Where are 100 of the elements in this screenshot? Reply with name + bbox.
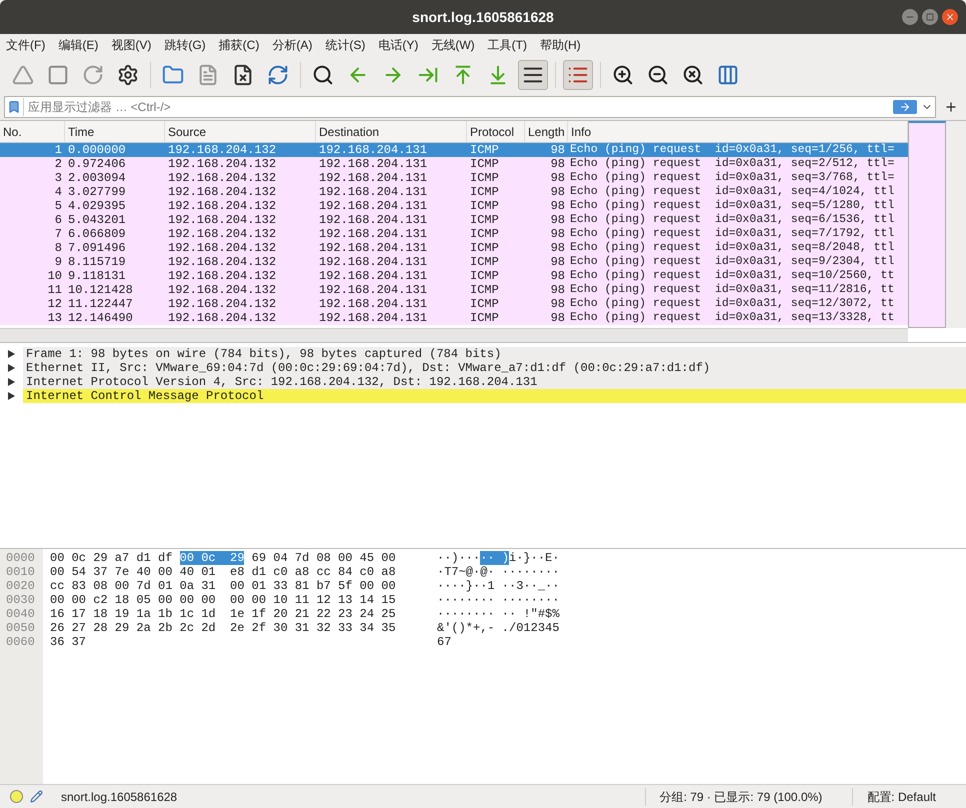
file-icon: [197, 64, 219, 86]
close-icon: [945, 12, 955, 22]
status-profile: 配置: Default: [852, 788, 956, 806]
table-cell-text: Echo (ping) request id=0x0a31, seq=6/1536, ttl: [569, 213, 896, 227]
hex-bytes: 00 0c 29 a7 d1 df: [50, 551, 174, 565]
tree-item[interactable]: Internet Control Message Protocol: [23, 389, 966, 403]
close-button[interactable]: [942, 9, 958, 25]
table-cell-text: 192.168.204.131: [318, 157, 428, 171]
folder-icon: [162, 64, 184, 86]
packet-row[interactable]: 8 7.091496 192.168.204.132 192.168.204.131 ICMP 98 Echo (ping) request id=0x0a31, seq=8/2048, ttl: [0, 241, 908, 255]
ascii-text: &'()*+,- ./012345: [437, 621, 560, 635]
table-cell-text: 192.168.204.131: [318, 143, 428, 157]
menu-item[interactable]: 视图(V): [111, 36, 152, 54]
packet-row[interactable]: 6 5.043201 192.168.204.132 192.168.204.131 ICMP 98 Echo (ping) request id=0x0a31, seq=6/1536, ttl: [0, 213, 908, 227]
table-cell-text: 5: [54, 199, 63, 213]
menu-item[interactable]: 帮助(H): [540, 36, 581, 54]
table-cell-text: ICMP: [469, 269, 500, 283]
table-cell-text: 192.168.204.131: [318, 283, 428, 297]
table-cell-text: 192.168.204.132: [167, 283, 278, 297]
add-icon[interactable]: [944, 100, 958, 114]
filter-input[interactable]: 应用显示过滤器 … <Ctrl-/>: [23, 98, 893, 116]
column-header[interactable]: Protocol: [467, 121, 525, 142]
menu-item[interactable]: 电话(Y): [378, 36, 418, 54]
table-cell-text: 192.168.204.132: [167, 255, 278, 269]
table-cell-text: 192.168.204.131: [318, 241, 428, 255]
packet-row[interactable]: 11 10.121428 192.168.204.132 192.168.204.131 ICMP 98 Echo (ping) request id=0x0a31, seq=11/2816, tt: [0, 283, 908, 297]
table-cell-text: ICMP: [469, 185, 500, 199]
packet-row[interactable]: 2 0.972406 192.168.204.132 192.168.204.131 ICMP 98 Echo (ping) request id=0x0a31, seq=2/512, ttl=: [0, 157, 908, 171]
offset-label: 0020: [5, 579, 36, 593]
apply-button[interactable]: [893, 100, 917, 114]
table-cell-text: 98: [550, 157, 566, 171]
tree-item[interactable]: Ethernet II, Src: VMware_69:04:7d (00:0c:29:69:04:7d), Dst: VMware_a7:d1:df (00:0c:29:a7:d1:df): [23, 361, 966, 375]
minimize-button[interactable]: [902, 9, 918, 25]
table-cell-text: 3: [54, 171, 63, 185]
packet-row[interactable]: 5 4.029395 192.168.204.132 192.168.204.131 ICMP 98 Echo (ping) request id=0x0a31, seq=5/1280, ttl: [0, 199, 908, 213]
column-header[interactable]: Source: [165, 121, 316, 142]
table-cell-text: ICMP: [469, 213, 500, 227]
edit-comment-icon[interactable]: [30, 790, 43, 803]
table-cell-text: 98: [550, 199, 566, 213]
table-cell-text: 192.168.204.132: [167, 311, 278, 325]
table-cell-text: 10: [46, 269, 63, 283]
column-header[interactable]: No.: [0, 121, 65, 142]
menu-item[interactable]: 分析(A): [272, 36, 312, 54]
menu-item[interactable]: 捕获(C): [218, 36, 260, 54]
table-cell-text: 12: [46, 297, 63, 311]
filter-field[interactable]: 应用显示过滤器 … <Ctrl-/>: [4, 96, 936, 118]
table-cell-text: ICMP: [469, 171, 500, 185]
menu-item[interactable]: 统计(S): [325, 36, 366, 54]
table-cell-text: 98: [550, 255, 566, 269]
packet-row[interactable]: 4 3.027799 192.168.204.132 192.168.204.131 ICMP 98 Echo (ping) request id=0x0a31, seq=4/1024, ttl: [0, 185, 908, 199]
maximize-button[interactable]: [922, 9, 938, 25]
hex-bytes: 69 04 7d 08 00 45 00: [250, 551, 396, 565]
expand-arrow-icon[interactable]: [8, 392, 15, 400]
table-cell-text: 98: [550, 269, 566, 283]
tree-item[interactable]: Internet Protocol Version 4, Src: 192.168.204.132, Dst: 192.168.204.131: [23, 375, 966, 389]
table-cell-text: 6.066809: [67, 227, 127, 241]
table-cell-text: Echo (ping) request id=0x0a31, seq=4/1024, ttl: [569, 185, 896, 199]
hex-bytes: 26 27 28 29 2a 2b 2c 2d 2e 2f 30 31 32 33 34 35: [50, 621, 396, 635]
table-cell-text: 192.168.204.131: [318, 269, 428, 283]
expand-arrow-icon[interactable]: [8, 350, 15, 358]
table-cell-text: 192.168.204.132: [167, 143, 278, 157]
packet-row[interactable]: 7 6.066809 192.168.204.132 192.168.204.131 ICMP 98 Echo (ping) request id=0x0a31, seq=7/1792, ttl: [0, 227, 908, 241]
column-header[interactable]: Time: [65, 121, 165, 142]
packet-row[interactable]: 1 0.000000 192.168.204.132 192.168.204.131 ICMP 98 Echo (ping) request id=0x0a31, seq=1/256, ttl=: [0, 143, 908, 157]
table-cell-text: 0.972406: [67, 157, 127, 171]
ascii-text: ····}··1 ··3··_··: [437, 579, 560, 593]
table-cell-text: 98: [550, 283, 566, 297]
packet-row[interactable]: 3 2.003094 192.168.204.132 192.168.204.131 ICMP 98 Echo (ping) request id=0x0a31, seq=3/768, ttl=: [0, 171, 908, 185]
table-cell-text: 192.168.204.131: [318, 185, 428, 199]
menu-item[interactable]: 编辑(E): [58, 36, 98, 54]
tree-item[interactable]: Frame 1: 98 bytes on wire (784 bits), 98 bytes captured (784 bits): [23, 347, 966, 361]
packet-row[interactable]: 9 8.115719 192.168.204.132 192.168.204.131 ICMP 98 Echo (ping) request id=0x0a31, seq=9/2304, ttl: [0, 255, 908, 269]
table-cell-text: 13: [46, 311, 63, 325]
packet-row[interactable]: 13 12.146490 192.168.204.132 192.168.204.131 ICMP 98 Echo (ping) request id=0x0a31, seq=13/3328, tt: [0, 311, 908, 325]
table-cell-text: 3.027799: [67, 185, 127, 199]
hex-bytes: 00 0c 29: [180, 551, 244, 565]
table-cell-text: 7: [54, 227, 63, 241]
toolbar-button[interactable]: [518, 60, 548, 90]
menu-item[interactable]: 无线(W): [431, 36, 475, 54]
column-header[interactable]: Destination: [316, 121, 467, 142]
table-cell-text: 98: [550, 213, 566, 227]
table-cell-text: 192.168.204.132: [167, 171, 278, 185]
table-cell-text: 8: [54, 241, 63, 255]
menu-item[interactable]: 跳转(G): [164, 36, 206, 54]
menu-item[interactable]: 工具(T): [488, 36, 527, 54]
column-header[interactable]: Length: [525, 121, 568, 142]
offset-label: 0000: [5, 551, 36, 565]
hex-bytes: 00 54 37 7e 40 00 40 01 e8 d1 c0 a8 cc 84 c0 a8: [50, 565, 396, 579]
expand-arrow-icon[interactable]: [8, 364, 15, 372]
table-cell-text: 7.091496: [67, 241, 127, 255]
hex-bytes: 00 00 c2 18 05 00 00 00 00 00 10 11 12 13 14 15: [50, 593, 396, 607]
status-icon[interactable]: [10, 790, 23, 803]
menu-item[interactable]: 文件(F): [6, 36, 46, 54]
table-cell-text: 192.168.204.132: [167, 269, 278, 283]
expand-arrow-icon[interactable]: [8, 378, 15, 386]
close-file-icon: [232, 64, 254, 86]
packet-row[interactable]: 12 11.122447 192.168.204.132 192.168.204.131 ICMP 98 Echo (ping) request id=0x0a31, seq=12/3072, tt: [0, 297, 908, 311]
packet-row[interactable]: 10 9.118131 192.168.204.132 192.168.204.131 ICMP 98 Echo (ping) request id=0x0a31, seq=10/2560, tt: [0, 269, 908, 283]
table-cell-text: 9: [54, 255, 63, 269]
maximize-icon: [926, 13, 934, 21]
